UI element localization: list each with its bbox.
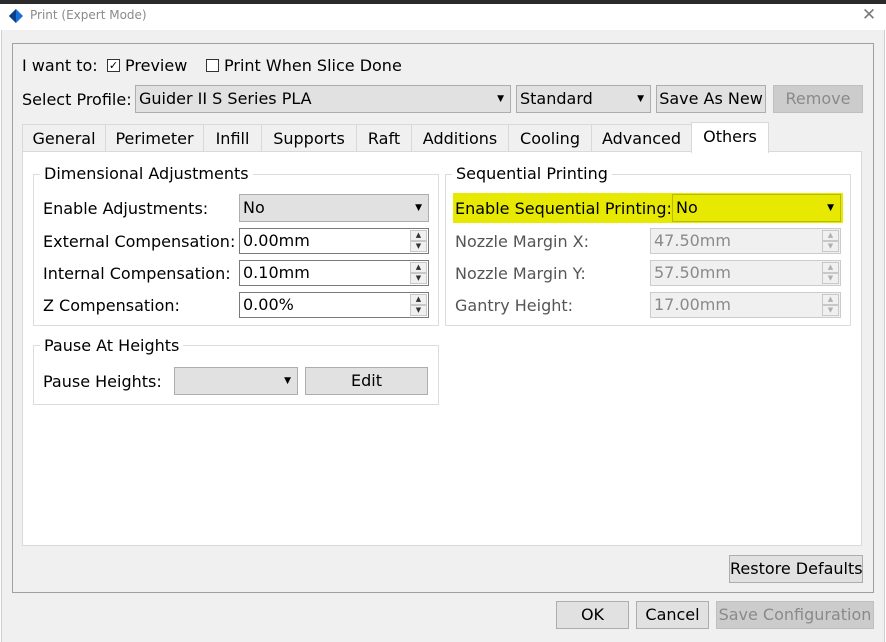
nozzle-margin-x-value: 47.50mm [654, 231, 731, 250]
gantry-height-label: Gantry Height: [455, 296, 574, 315]
z-compensation-value: 0.00% [243, 295, 294, 314]
app-logo-icon [8, 8, 24, 24]
tab-others[interactable]: Others [691, 122, 769, 153]
enable-adjustments-select[interactable]: No ▼ [239, 194, 429, 222]
spin-up-icon[interactable]: ▲ [410, 230, 427, 241]
profile-select[interactable]: Guider II S Series PLA ▼ [135, 85, 511, 113]
external-compensation-value: 0.00mm [243, 231, 310, 250]
print-when-done-label[interactable]: Print When Slice Done [224, 56, 402, 76]
chevron-down-icon: ▼ [637, 94, 644, 104]
internal-compensation-value: 0.10mm [243, 263, 310, 282]
enable-adjustments-label: Enable Adjustments: [43, 199, 209, 218]
quality-select-value: Standard [520, 89, 593, 108]
ok-button[interactable]: OK [556, 601, 629, 629]
save-as-new-button[interactable]: Save As New [656, 85, 766, 113]
z-compensation-input[interactable]: 0.00% ▲ ▼ [239, 292, 429, 318]
chevron-down-icon: ▼ [284, 376, 291, 386]
tab-advanced[interactable]: Advanced [591, 124, 692, 152]
close-icon[interactable]: ✕ [858, 4, 880, 26]
external-compensation-input[interactable]: 0.00mm ▲ ▼ [239, 228, 429, 254]
nozzle-margin-x-label: Nozzle Margin X: [455, 232, 590, 251]
pause-heights-label: Pause Heights: [43, 372, 162, 391]
tab-cooling[interactable]: Cooling [508, 124, 592, 152]
nozzle-margin-x-input[interactable]: 47.50mm ▲ ▼ [650, 228, 841, 254]
tab-supports[interactable]: Supports [261, 124, 357, 152]
chevron-down-icon: ▼ [497, 94, 504, 104]
edit-button[interactable]: Edit [305, 367, 428, 395]
external-compensation-label: External Compensation: [43, 232, 236, 251]
profile-select-value: Guider II S Series PLA [139, 89, 312, 108]
print-when-done-checkbox[interactable] [206, 59, 219, 72]
enable-sequential-value: No [676, 198, 698, 217]
sequential-printing-title: Sequential Printing [452, 164, 612, 184]
tab-additions[interactable]: Additions [411, 124, 509, 152]
spin-down-icon[interactable]: ▼ [410, 241, 427, 252]
spin-down-icon[interactable]: ▼ [822, 273, 839, 284]
spin-up-icon[interactable]: ▲ [822, 262, 839, 273]
dimensional-adjustments-title: Dimensional Adjustments [40, 164, 253, 184]
chevron-down-icon: ▼ [415, 203, 422, 213]
spin-up-icon[interactable]: ▲ [410, 294, 427, 305]
tab-perimeter[interactable]: Perimeter [105, 124, 204, 152]
tab-infill[interactable]: Infill [203, 124, 262, 152]
z-compensation-label: Z Compensation: [43, 296, 180, 315]
tab-raft[interactable]: Raft [356, 124, 412, 152]
internal-compensation-label: Internal Compensation: [43, 264, 231, 283]
tab-general[interactable]: General [22, 124, 106, 152]
nozzle-margin-y-value: 57.50mm [654, 263, 731, 282]
spin-down-icon[interactable]: ▼ [822, 305, 839, 316]
restore-defaults-button[interactable]: Restore Defaults [729, 555, 863, 583]
spin-up-icon[interactable]: ▲ [410, 262, 427, 273]
spin-up-icon[interactable]: ▲ [822, 294, 839, 305]
spin-down-icon[interactable]: ▼ [410, 273, 427, 284]
internal-compensation-input[interactable]: 0.10mm ▲ ▼ [239, 260, 429, 286]
preview-label[interactable]: Preview [125, 56, 187, 76]
quality-select[interactable]: Standard ▼ [516, 85, 651, 113]
nozzle-margin-y-label: Nozzle Margin Y: [455, 264, 586, 283]
gantry-height-input[interactable]: 17.00mm ▲ ▼ [650, 292, 841, 318]
select-profile-label: Select Profile: [22, 90, 132, 109]
enable-sequential-select[interactable]: No ▼ [672, 194, 841, 222]
spin-down-icon[interactable]: ▼ [410, 305, 427, 316]
spin-down-icon[interactable]: ▼ [822, 241, 839, 252]
enable-adjustments-value: No [243, 198, 265, 217]
preview-checkbox[interactable]: ✓ [107, 59, 120, 72]
remove-button[interactable]: Remove [773, 85, 863, 113]
nozzle-margin-y-input[interactable]: 57.50mm ▲ ▼ [650, 260, 841, 286]
pause-heights-select[interactable]: ▼ [174, 367, 298, 395]
window-title: Print (Expert Mode) [30, 8, 147, 22]
i-want-to-label: I want to: [22, 56, 98, 75]
spin-up-icon[interactable]: ▲ [822, 230, 839, 241]
cancel-button[interactable]: Cancel [636, 601, 709, 629]
chevron-down-icon: ▼ [827, 203, 834, 213]
pause-at-heights-title: Pause At Heights [40, 336, 184, 356]
save-configuration-button[interactable]: Save Configuration [716, 601, 874, 629]
enable-sequential-label: Enable Sequential Printing: [455, 199, 672, 218]
gantry-height-value: 17.00mm [654, 295, 731, 314]
